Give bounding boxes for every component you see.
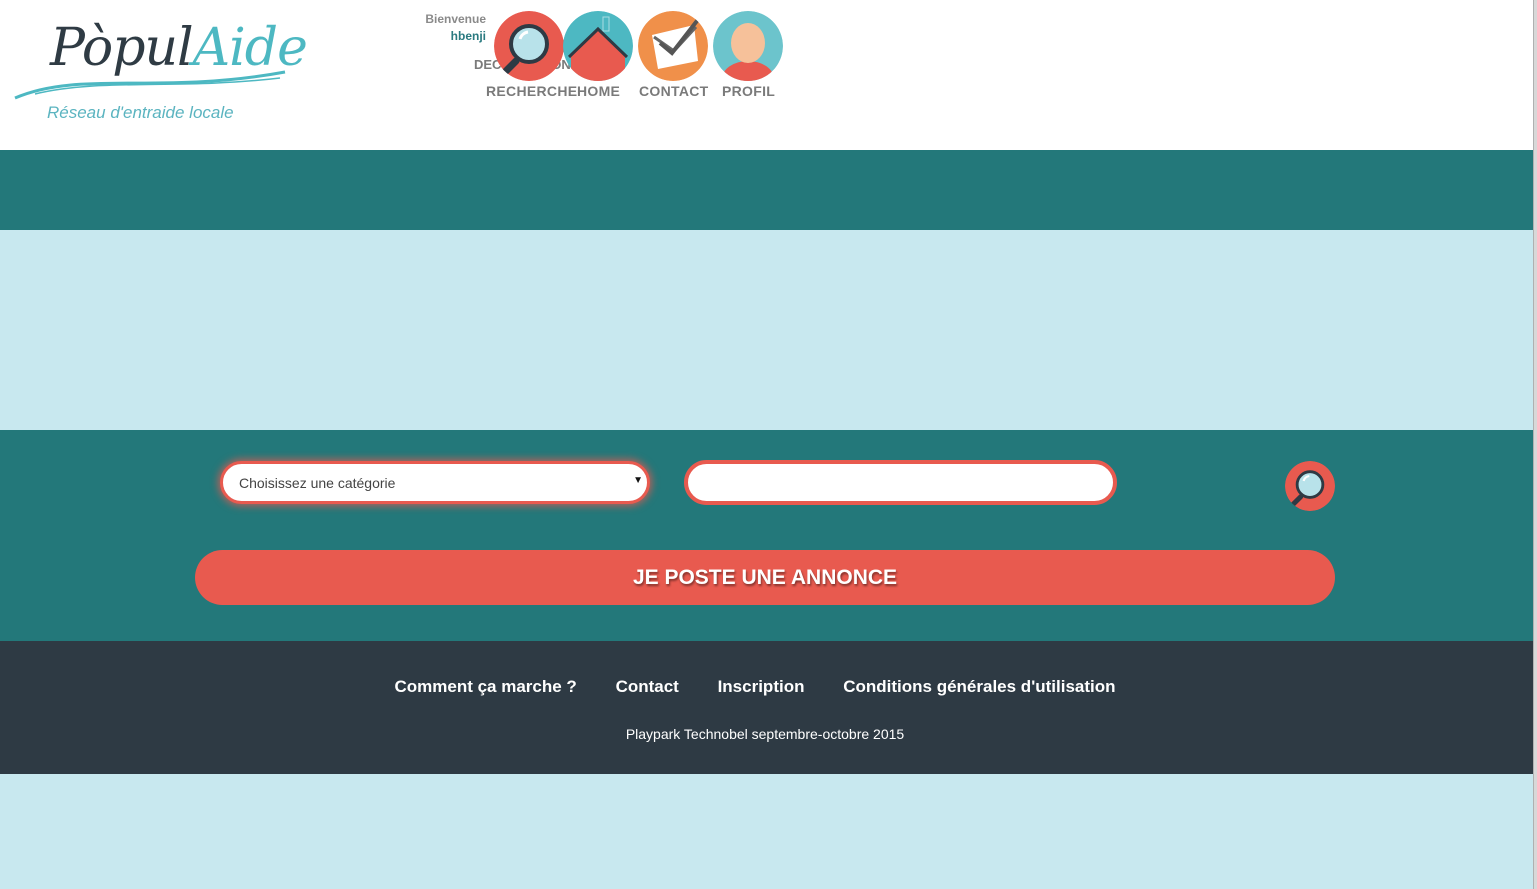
logo-wordmark: PòpulAide [50, 18, 308, 78]
welcome-block: Bienvenue hbenji [400, 11, 486, 45]
username: hbenji [450, 29, 486, 43]
footer-link-how-it-works[interactable]: Comment ça marche ? [394, 677, 576, 696]
footer-links: Comment ça marche ? Contact Inscription … [0, 677, 1510, 697]
search-icon [1285, 461, 1335, 511]
header: PòpulAide Réseau d'entraide locale Bienv… [0, 0, 1533, 150]
nav-profil-icon[interactable] [713, 11, 783, 81]
nav-label-profil[interactable]: PROFIL [722, 83, 775, 99]
window-edge [1533, 0, 1537, 889]
footer-link-inscription[interactable]: Inscription [718, 677, 805, 696]
category-select-value: Choisissez une catégorie [239, 475, 396, 491]
keyword-input[interactable] [684, 460, 1117, 505]
footer-link-terms[interactable]: Conditions générales d'utilisation [843, 677, 1115, 696]
nav-label-home[interactable]: HOME [577, 83, 620, 99]
mail-icon [638, 11, 708, 81]
logo[interactable]: PòpulAide Réseau d'entraide locale [10, 10, 308, 130]
home-icon [563, 11, 633, 81]
footer-link-contact[interactable]: Contact [616, 677, 679, 696]
user-icon [713, 11, 783, 81]
nav-label-contact[interactable]: CONTACT [639, 83, 709, 99]
search-button[interactable] [1285, 461, 1335, 511]
search-icon [494, 11, 564, 81]
category-select[interactable]: Choisissez une catégorie ▼ [220, 461, 650, 504]
nav-contact-icon[interactable] [638, 11, 708, 81]
nav-home-icon[interactable] [563, 11, 633, 81]
welcome-label: Bienvenue [425, 12, 486, 26]
footer: Comment ça marche ? Contact Inscription … [0, 641, 1533, 774]
nav-recherche-icon[interactable] [494, 11, 564, 81]
footer-copyright: Playpark Technobel septembre-octobre 201… [625, 726, 905, 742]
content-area [0, 230, 1533, 430]
post-ad-button[interactable]: JE POSTE UNE ANNONCE [195, 550, 1335, 605]
chevron-down-icon: ▼ [633, 475, 643, 486]
top-banner [0, 150, 1533, 230]
nav-label-recherche[interactable]: RECHERCHE [486, 83, 577, 99]
logo-tagline: Réseau d'entraide locale [47, 103, 234, 122]
